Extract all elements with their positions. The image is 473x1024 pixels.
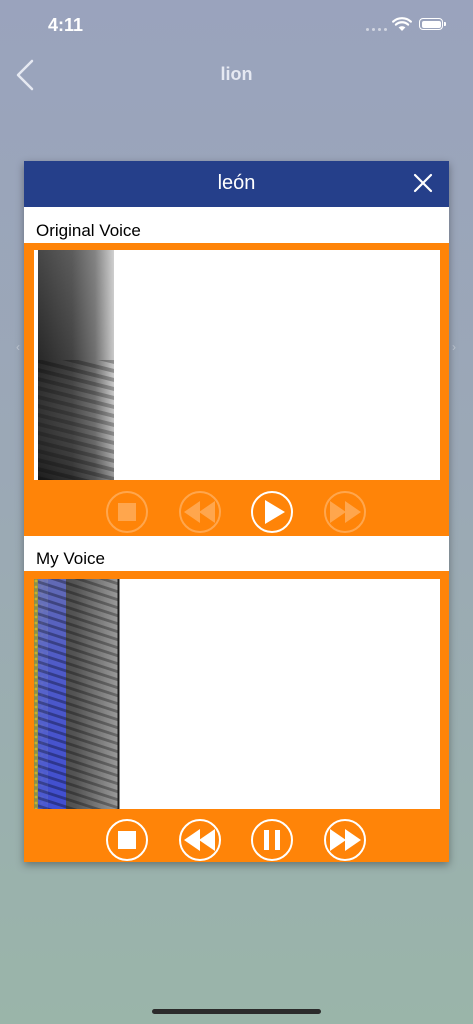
nav-title: lion: [220, 64, 253, 84]
my-voice-stop-button[interactable]: [105, 818, 149, 862]
pronunciation-modal: león Original Voice My Voice: [24, 161, 449, 862]
chevron-right-icon: ›: [452, 340, 456, 354]
original-voice-header: Original Voice: [24, 207, 449, 243]
close-button[interactable]: [412, 172, 434, 194]
modal-title: león: [217, 172, 256, 194]
status-bar: 4:11: [0, 0, 473, 50]
original-play-button[interactable]: [250, 490, 294, 534]
my-voice-rewind-button[interactable]: [178, 818, 222, 862]
my-voice-controls: [24, 816, 449, 864]
my-voice-label: My Voice: [36, 549, 105, 568]
chevron-left-icon: ‹: [16, 340, 20, 354]
home-indicator[interactable]: [152, 1009, 321, 1014]
wifi-icon: [392, 17, 412, 31]
original-fast-forward-button[interactable]: [323, 490, 367, 534]
navigation-bar: lion: [0, 50, 473, 100]
my-voice-header: My Voice: [24, 536, 449, 571]
original-spectrogram: [34, 250, 440, 480]
original-rewind-button[interactable]: [178, 490, 222, 534]
spectrogram-image: [34, 250, 114, 480]
original-controls: [24, 488, 449, 536]
my-voice-spectrogram: [34, 579, 440, 809]
my-voice-fast-forward-button[interactable]: [323, 818, 367, 862]
spectrogram-image: [34, 579, 120, 809]
cellular-signal-icon: [366, 28, 387, 31]
original-stop-button[interactable]: [105, 490, 149, 534]
my-voice-pause-button[interactable]: [250, 818, 294, 862]
battery-icon: [419, 18, 446, 30]
original-voice-label: Original Voice: [36, 221, 141, 240]
status-time: 4:11: [48, 15, 84, 35]
modal-header: león: [24, 161, 449, 207]
